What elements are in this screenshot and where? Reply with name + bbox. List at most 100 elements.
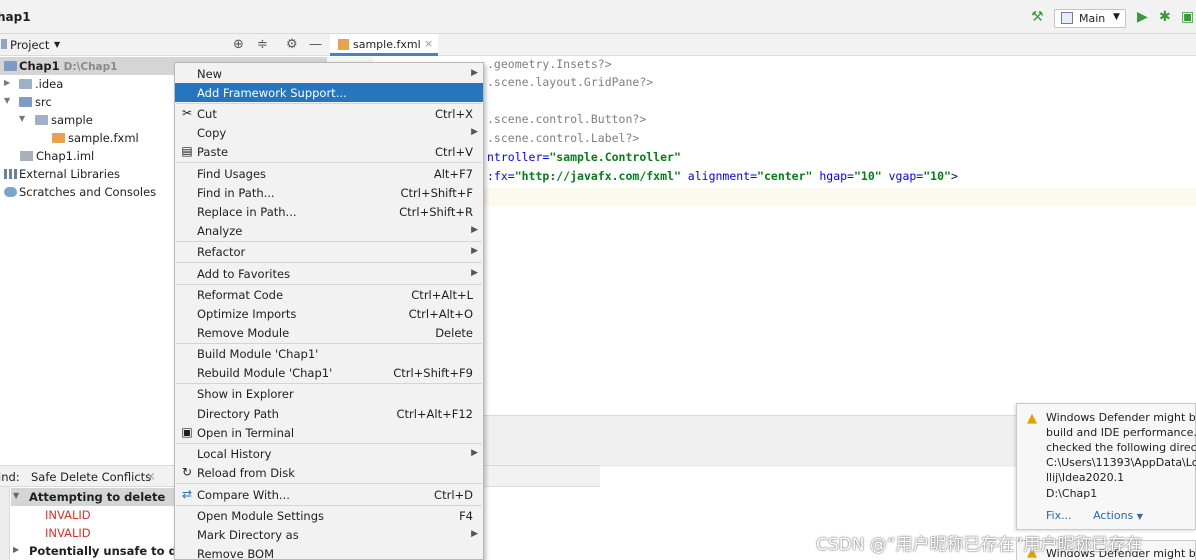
tab-safe-delete-conflicts[interactable]: Safe Delete Conflicts [31,470,151,484]
expand-arrow-icon[interactable]: ▶ [4,78,10,87]
menu-item-directory-path[interactable]: Directory Path Ctrl+Alt+F12 [175,404,483,423]
menu-item-compare-with[interactable]: ⇄ Compare With... Ctrl+D [175,485,483,504]
tree-item-path: D:\Chap1 [63,61,118,73]
menu-item-add-to-favorites[interactable]: Add to Favorites ▶ [175,264,483,283]
context-menu: New ▶ Add Framework Support... ✂ Cut Ctrl+X… [174,62,484,560]
menu-item-remove-module[interactable]: Remove Module Delete [175,323,483,342]
menu-item-add-framework-support[interactable]: Add Framework Support... [175,83,483,102]
menu-item-label: Rebuild Module 'Chap1' [197,366,333,380]
locate-icon[interactable]: ⊕ [233,37,244,52]
menu-item-local-history[interactable]: Local History ▶ [175,444,483,463]
menu-item-remove-bom[interactable]: Remove BOM [175,544,483,560]
expand-arrow-icon[interactable]: ▶ [13,545,19,554]
menu-item-open-module-settings[interactable]: Open Module Settings F4 [175,506,483,525]
menu-item-find-usages[interactable]: Find Usages Alt+F7 [175,164,483,183]
menu-item-replace-in-path[interactable]: Replace in Path... Ctrl+Shift+R [175,202,483,221]
menu-item-label: Refactor [197,245,246,259]
menu-item-label: Directory Path [197,407,279,421]
menu-item-label: Find Usages [197,167,267,181]
fxml-file-icon [338,39,349,50]
code-text: .scene.control.Button?> [487,112,647,126]
collapse-arrow-icon[interactable]: ▼ [4,96,10,105]
hide-icon[interactable]: — [309,37,322,52]
code-string: " [673,150,681,164]
menu-item-optimize-imports[interactable]: Optimize Imports Ctrl+Alt+O [175,304,483,323]
code-tag: > [950,169,958,183]
code-text: .scene.control.Label?> [487,131,640,145]
menu-item-copy[interactable]: Copy ▶ [175,123,483,142]
menu-item-label: Build Module 'Chap1' [197,347,319,361]
actions-link[interactable]: Actions [1093,509,1133,522]
project-panel-header: Project ▼ ⊕ ≑ ⚙ — [0,34,327,56]
chevron-down-icon: ▼ [54,40,61,49]
menu-item-cut[interactable]: ✂ Cut Ctrl+X [175,104,483,123]
menu-item-rebuild-module[interactable]: Rebuild Module 'Chap1' Ctrl+Shift+F9 [175,363,483,382]
find-row-label: INVALID [45,526,91,540]
chevron-down-icon: ▼ [1113,12,1120,22]
project-view-selector[interactable]: Project [10,38,49,52]
submenu-arrow-icon: ▶ [471,127,478,137]
menu-item-label: New [197,67,223,81]
menu-item-paste[interactable]: ▤ Paste Ctrl+V [175,142,483,161]
menu-item-find-in-path[interactable]: Find in Path... Ctrl+Shift+F [175,183,483,202]
application-config-icon [1061,12,1073,24]
menu-item-shortcut: Ctrl+D [434,488,473,502]
find-row-invalid[interactable]: INVALID [11,506,181,524]
menu-item-label: Cut [197,107,217,121]
menu-item-shortcut: F4 [459,509,473,523]
menu-item-reload-from-disk[interactable]: ↻ Reload from Disk [175,463,483,482]
find-row-label: Attempting to delete [29,490,166,504]
collapse-arrow-icon[interactable]: ▼ [13,491,19,500]
tab-label: sample.fxml [353,38,421,51]
fxml-file-icon [52,133,65,143]
module-folder-icon [4,61,17,71]
code-attr: ntroller= [487,150,550,164]
run-config-label: Main [1079,12,1106,25]
code-attr: hgap= [812,169,854,183]
code-string: "10" [853,169,882,183]
clipboard-icon: ▤ [181,144,193,158]
menu-item-show-in-explorer[interactable]: Show in Explorer [175,384,483,403]
menu-item-build-module[interactable]: Build Module 'Chap1' [175,344,483,363]
submenu-arrow-icon: ▶ [471,246,478,256]
menu-item-open-in-terminal[interactable]: ▣ Open in Terminal [175,423,483,442]
menu-item-label: Remove Module [197,326,290,340]
code-line: :fx="http://javafx.com/fxml" alignment="… [373,169,1196,187]
tab-sample-fxml[interactable]: sample.fxml × [330,34,438,56]
menu-item-refactor[interactable]: Refactor ▶ [175,242,483,261]
menu-item-reformat-code[interactable]: Reformat Code Ctrl+Alt+L [175,285,483,304]
menu-item-shortcut: Ctrl+Shift+F9 [393,366,473,380]
compare-icon: ⇄ [181,487,193,501]
code-text: .geometry.Insets?> [487,57,612,71]
close-icon[interactable]: × [146,469,156,483]
build-hammer-icon[interactable]: ⚒ [1031,9,1044,25]
debug-icon[interactable]: ✱ [1159,9,1171,25]
menu-item-new[interactable]: New ▶ [175,64,483,83]
find-group-potentially-unsafe[interactable]: ▶ Potentially unsafe to delete [11,542,210,560]
menu-item-shortcut: Ctrl+V [435,145,473,159]
menu-item-mark-directory-as[interactable]: Mark Directory as ▶ [175,525,483,544]
menu-item-analyze[interactable]: Analyze ▶ [175,221,483,240]
find-group-attempting[interactable]: ▼ Attempting to delete [11,488,181,506]
iml-file-icon [20,151,33,161]
library-icon [4,169,17,179]
code-string: Controller [604,150,674,164]
menu-item-label: Find in Path... [197,186,275,200]
gear-icon[interactable]: ⚙ [286,37,298,52]
notification-text: C:\Users\11393\AppData\Loc [1046,456,1196,469]
coverage-icon[interactable]: ▣ [1181,9,1194,25]
notification-text: D:\Chap1 [1046,487,1098,500]
find-row-invalid[interactable]: INVALID [11,524,181,542]
menu-item-shortcut: Ctrl+Shift+F [400,186,474,200]
collapse-all-icon[interactable]: ≑ [257,37,268,52]
code-editor[interactable]: .geometry.Insets?> .scene.layout.GridPan… [373,57,1196,415]
run-configuration-dropdown[interactable]: Main ▼ [1054,9,1126,28]
code-line: .scene.control.Button?> [373,112,1196,130]
run-icon[interactable]: ▶ [1137,9,1148,25]
fix-link[interactable]: Fix... [1046,509,1072,522]
code-line: .scene.layout.GridPane?> [373,75,1196,93]
collapse-arrow-icon[interactable]: ▼ [19,114,25,123]
tree-item-label: Chap1 [19,59,60,73]
close-icon[interactable]: × [424,37,433,50]
